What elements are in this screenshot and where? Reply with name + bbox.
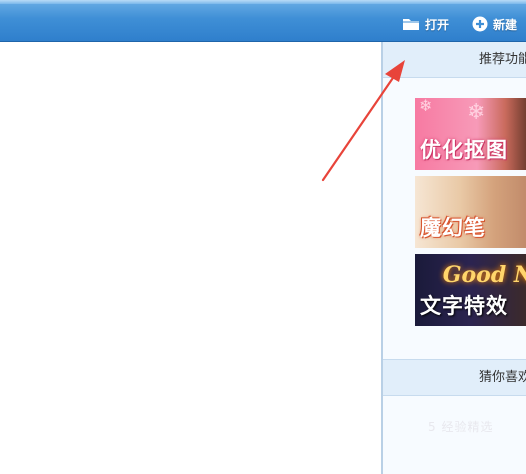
- annotation-arrow: [321, 60, 405, 182]
